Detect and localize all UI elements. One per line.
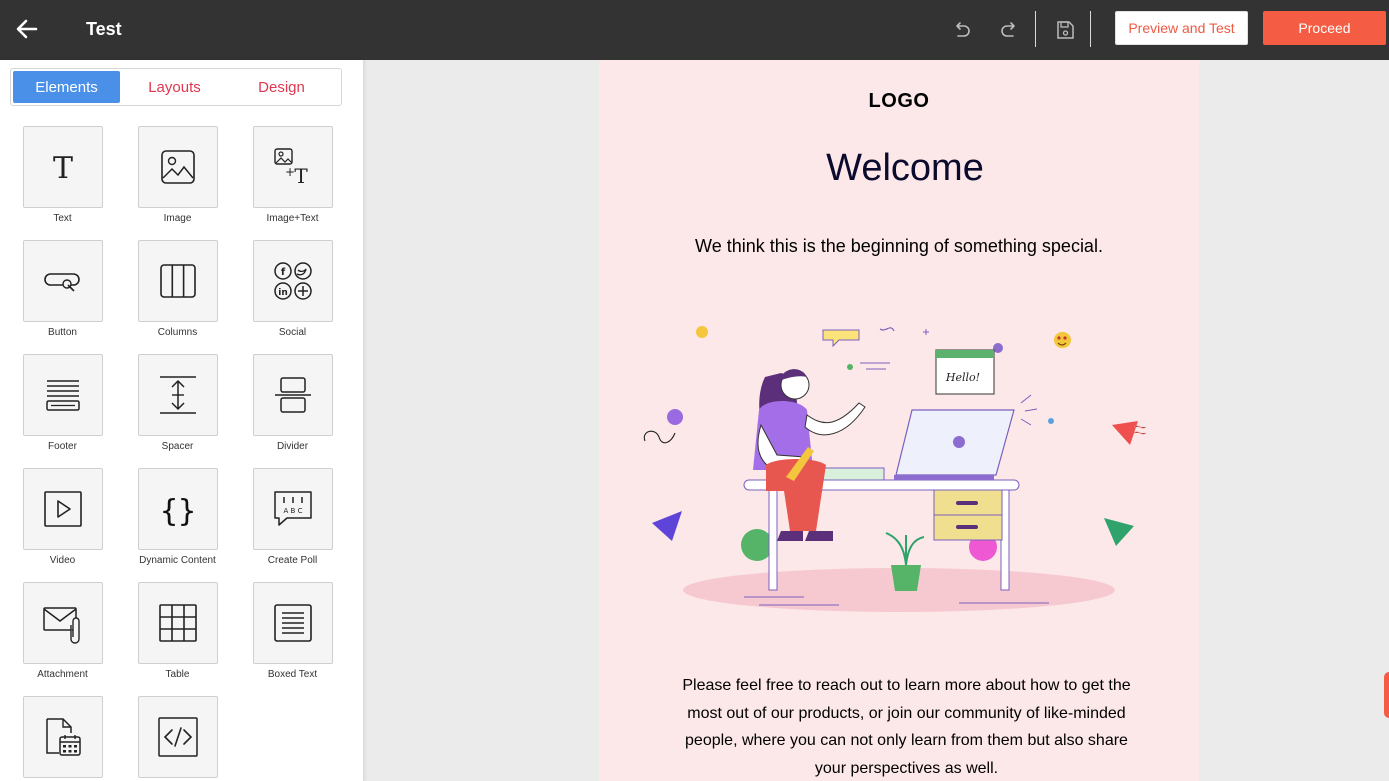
element-label: Divider [276, 441, 309, 452]
proceed-button[interactable]: Proceed [1263, 11, 1386, 45]
element-label: Social [278, 327, 307, 338]
svg-text:A B C: A B C [284, 507, 303, 515]
element-label: Text [53, 213, 72, 224]
element-label: Columns [157, 327, 198, 338]
svg-text:T: T [53, 151, 73, 186]
element-label: Image+Text [266, 213, 319, 224]
redo-icon[interactable] [998, 18, 1022, 42]
text-icon: T [53, 151, 73, 186]
email-body-text[interactable]: Please feel free to reach out to learn m… [679, 672, 1134, 781]
undo-icon[interactable] [949, 18, 973, 42]
element-create-poll[interactable]: A B C [253, 468, 333, 550]
element-label: Spacer [161, 441, 194, 452]
email-logo[interactable]: LOGO [599, 90, 1199, 113]
element-footer[interactable] [23, 354, 103, 436]
element-columns[interactable] [138, 240, 218, 322]
element-social[interactable]: f in [253, 240, 333, 322]
toolbar-divider [1090, 11, 1091, 47]
element-html-code[interactable] [138, 696, 218, 778]
preview-and-test-button[interactable]: Preview and Test [1115, 11, 1248, 45]
svg-text:T: T [294, 164, 308, 188]
element-label: Video [49, 555, 76, 566]
svg-text:f: f [281, 267, 286, 278]
element-image-text[interactable]: + T [253, 126, 333, 208]
page-title: Test [86, 19, 122, 39]
element-label: Create Poll [267, 555, 318, 566]
element-label: Boxed Text [267, 669, 318, 680]
elements-sidebar: Elements Layouts Design T Text Image + T … [0, 60, 364, 781]
element-label: Image [163, 213, 192, 224]
save-icon[interactable] [1053, 18, 1077, 42]
html-code-icon [158, 717, 198, 757]
element-calendar-file[interactable] [23, 696, 103, 778]
boxed-text-icon [274, 604, 312, 642]
element-spacer[interactable] [138, 354, 218, 436]
element-image[interactable] [138, 126, 218, 208]
element-boxed-text[interactable] [253, 582, 333, 664]
social-icon: f in [274, 262, 312, 300]
dynamic-content-icon: {} [160, 494, 196, 529]
spacer-icon [160, 376, 196, 414]
columns-icon [160, 264, 196, 298]
element-attachment[interactable] [23, 582, 103, 664]
email-heading[interactable]: Welcome [605, 147, 1199, 190]
element-table[interactable] [138, 582, 218, 664]
email-tagline[interactable]: We think this is the beginning of someth… [599, 236, 1199, 257]
tab-design[interactable]: Design [228, 71, 335, 103]
back-arrow-icon[interactable] [14, 16, 40, 42]
video-icon [44, 491, 82, 527]
element-video[interactable] [23, 468, 103, 550]
element-button[interactable] [23, 240, 103, 322]
element-label: Table [165, 669, 190, 680]
hello-text: Hello! [945, 371, 980, 384]
divider-icon [275, 377, 311, 413]
toolbar-divider [1035, 11, 1036, 47]
calendar-file-icon [46, 718, 81, 756]
element-label: Footer [48, 441, 77, 452]
tab-layouts[interactable]: Layouts [121, 71, 228, 103]
element-label: Attachment [37, 669, 88, 680]
element-label: Button [48, 327, 77, 338]
image-text-icon: + T [274, 148, 308, 188]
footer-icon [46, 380, 80, 411]
image-icon [161, 150, 195, 184]
element-label: Dynamic Content [139, 555, 216, 566]
svg-text:in: in [278, 288, 288, 298]
table-icon [159, 604, 197, 642]
button-icon [44, 273, 80, 292]
welcome-illustration[interactable]: Hello! [629, 315, 1169, 615]
element-text[interactable]: T [23, 126, 103, 208]
element-divider[interactable] [253, 354, 333, 436]
side-panel-handle[interactable] [1384, 672, 1389, 718]
sidebar-tabs: Elements Layouts Design [10, 68, 342, 106]
email-canvas: LOGO Welcome We think this is the beginn… [599, 60, 1199, 781]
element-dynamic-content[interactable]: {} [138, 468, 218, 550]
tab-elements[interactable]: Elements [13, 71, 120, 103]
svg-text:{}: {} [160, 494, 196, 529]
top-bar: Test Preview and Test Proceed [0, 0, 1389, 60]
attachment-icon [43, 607, 80, 644]
poll-icon: A B C [274, 491, 312, 526]
